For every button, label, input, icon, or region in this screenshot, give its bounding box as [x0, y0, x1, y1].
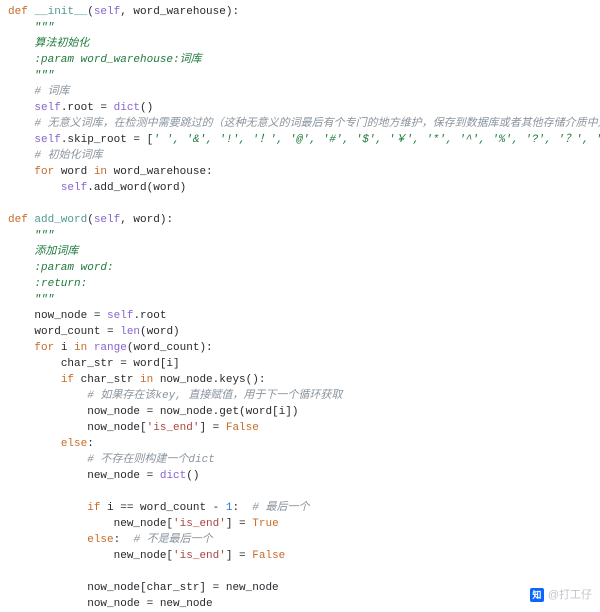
docstring-line: :return: — [34, 278, 87, 290]
comment: # 如果存在该key, 直接赋值，用于下一个循环获取 — [87, 390, 342, 402]
code-line: now_node = now_node.get(word[i]) — [87, 406, 298, 418]
docstring-line: 算法初始化 — [34, 38, 89, 50]
code-line: self.add_word(word) — [61, 182, 186, 194]
code-line: now_node[char_str] = new_node — [87, 582, 278, 594]
docstring-close: """ — [34, 70, 54, 82]
code-line: self.skip_root = [' ', '&', '!', '！', '@… — [34, 134, 600, 146]
docstring-line: :param word: — [34, 262, 113, 274]
docstring-close: """ — [34, 294, 54, 306]
code-block: def __init__(self, word_warehouse): """ … — [8, 4, 592, 612]
code-line: char_str = word[i] — [61, 358, 180, 370]
code-line: for word in word_warehouse: — [34, 166, 212, 178]
code-line: word_count = len(word) — [34, 326, 179, 338]
code-line: for i in range(word_count): — [34, 342, 212, 354]
code-line: else: # 不是最后一个 — [87, 534, 212, 546]
comment: # 无意义词库，在检测中需要跳过的（这种无意义的词最后有个专门的地方维护，保存到… — [34, 118, 600, 130]
code-line: if i == word_count - 1: # 最后一个 — [87, 502, 309, 514]
code-line: self.root = dict() — [34, 102, 153, 114]
code-line: if char_str in now_node.keys(): — [61, 374, 266, 386]
docstring-line: :param word_warehouse:词库 — [34, 54, 201, 66]
comment: # 词库 — [34, 86, 69, 98]
docstring-line: 添加词库 — [34, 246, 78, 258]
comment: # 不存在则构建一个dict — [87, 454, 215, 466]
docstring-open: """ — [34, 22, 54, 34]
code-line: else: — [61, 438, 94, 450]
code-line: now_node['is_end'] = False — [87, 422, 259, 434]
fn-def: def add_word(self, word): — [8, 214, 173, 226]
fn-def: def __init__(self, word_warehouse): — [8, 6, 239, 18]
code-line: new_node = dict() — [87, 470, 199, 482]
code-line: now_node = new_node — [87, 598, 212, 610]
comment: # 初始化词库 — [34, 150, 102, 162]
docstring-open: """ — [34, 230, 54, 242]
code-line: now_node = self.root — [34, 310, 166, 322]
code-line: new_node['is_end'] = True — [114, 518, 279, 530]
code-line: new_node['is_end'] = False — [114, 550, 286, 562]
